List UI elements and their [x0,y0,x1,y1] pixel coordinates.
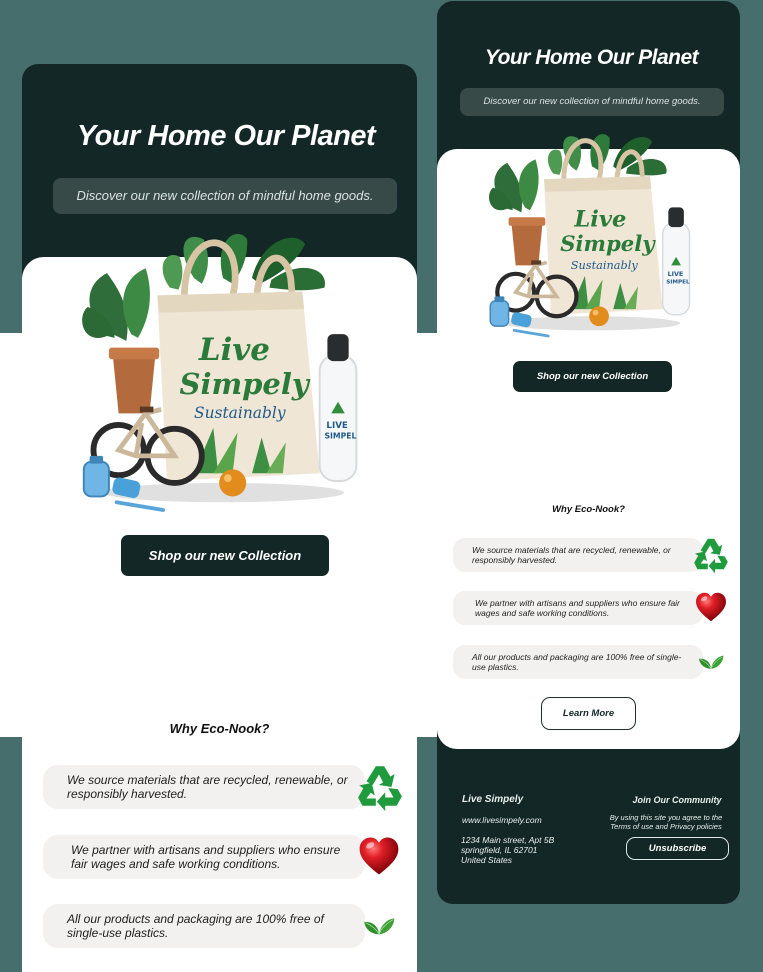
right-feature-recycled-text: We source materials that are recycled, r… [472,545,671,565]
footer-brand: Live Simpely [462,794,524,805]
right-hero-title: Your Home Our Planet [484,46,699,69]
right-feature-fair-wages: We partner with artisans and suppliers w… [453,591,703,625]
right-feature-plastic-free: All our products and packaging are 100% … [453,645,703,679]
unsubscribe-button[interactable]: Unsubscribe [626,837,729,860]
right-feature-fair-wages-text: We partner with artisans and suppliers w… [475,598,680,618]
left-feature-recycled: We source materials that are recycled, r… [43,765,365,809]
right-why-title: Why Eco-Nook? [552,504,625,515]
heart-icon-small [693,590,729,624]
footer-policy-text: By using this site you agree to the Term… [609,813,723,831]
left-hero-title: Your Home Our Planet [76,120,376,152]
recycle-icon [354,760,406,812]
footer-address-line3: United States [461,855,513,865]
footer-website-link[interactable]: www.livesimpely.com [462,815,542,825]
left-feature-plastic-free: All our products and packaging are 100% … [43,904,365,948]
left-feature-recycled-text: We source materials that are recycled, r… [67,773,348,801]
left-why-title: Why Eco-Nook? [169,721,270,736]
footer-address-line2: springfield, IL 62701 [461,845,538,855]
right-product-image [486,110,698,350]
left-feature-fair-wages-text: We partner with artisans and suppliers w… [71,843,341,871]
footer-community-title: Join Our Community [632,795,722,805]
heart-icon [356,834,402,878]
leaf-icon [354,905,404,947]
leaf-icon-small [692,648,730,676]
left-shop-button[interactable]: Shop our new Collection [121,535,329,576]
right-feature-plastic-free-text: All our products and packaging are 100% … [472,652,682,672]
learn-more-button[interactable]: Learn More [541,697,636,730]
left-feature-plastic-free-text: All our products and packaging are 100% … [67,912,324,940]
right-feature-recycled: We source materials that are recycled, r… [453,538,703,572]
left-product-image [78,205,368,525]
recycle-icon-small [690,533,732,575]
right-shop-button[interactable]: Shop our new Collection [513,361,672,392]
footer-address-line1: 1234 Main street, Apt 5B [461,835,555,845]
left-feature-fair-wages: We partner with artisans and suppliers w… [43,835,365,879]
